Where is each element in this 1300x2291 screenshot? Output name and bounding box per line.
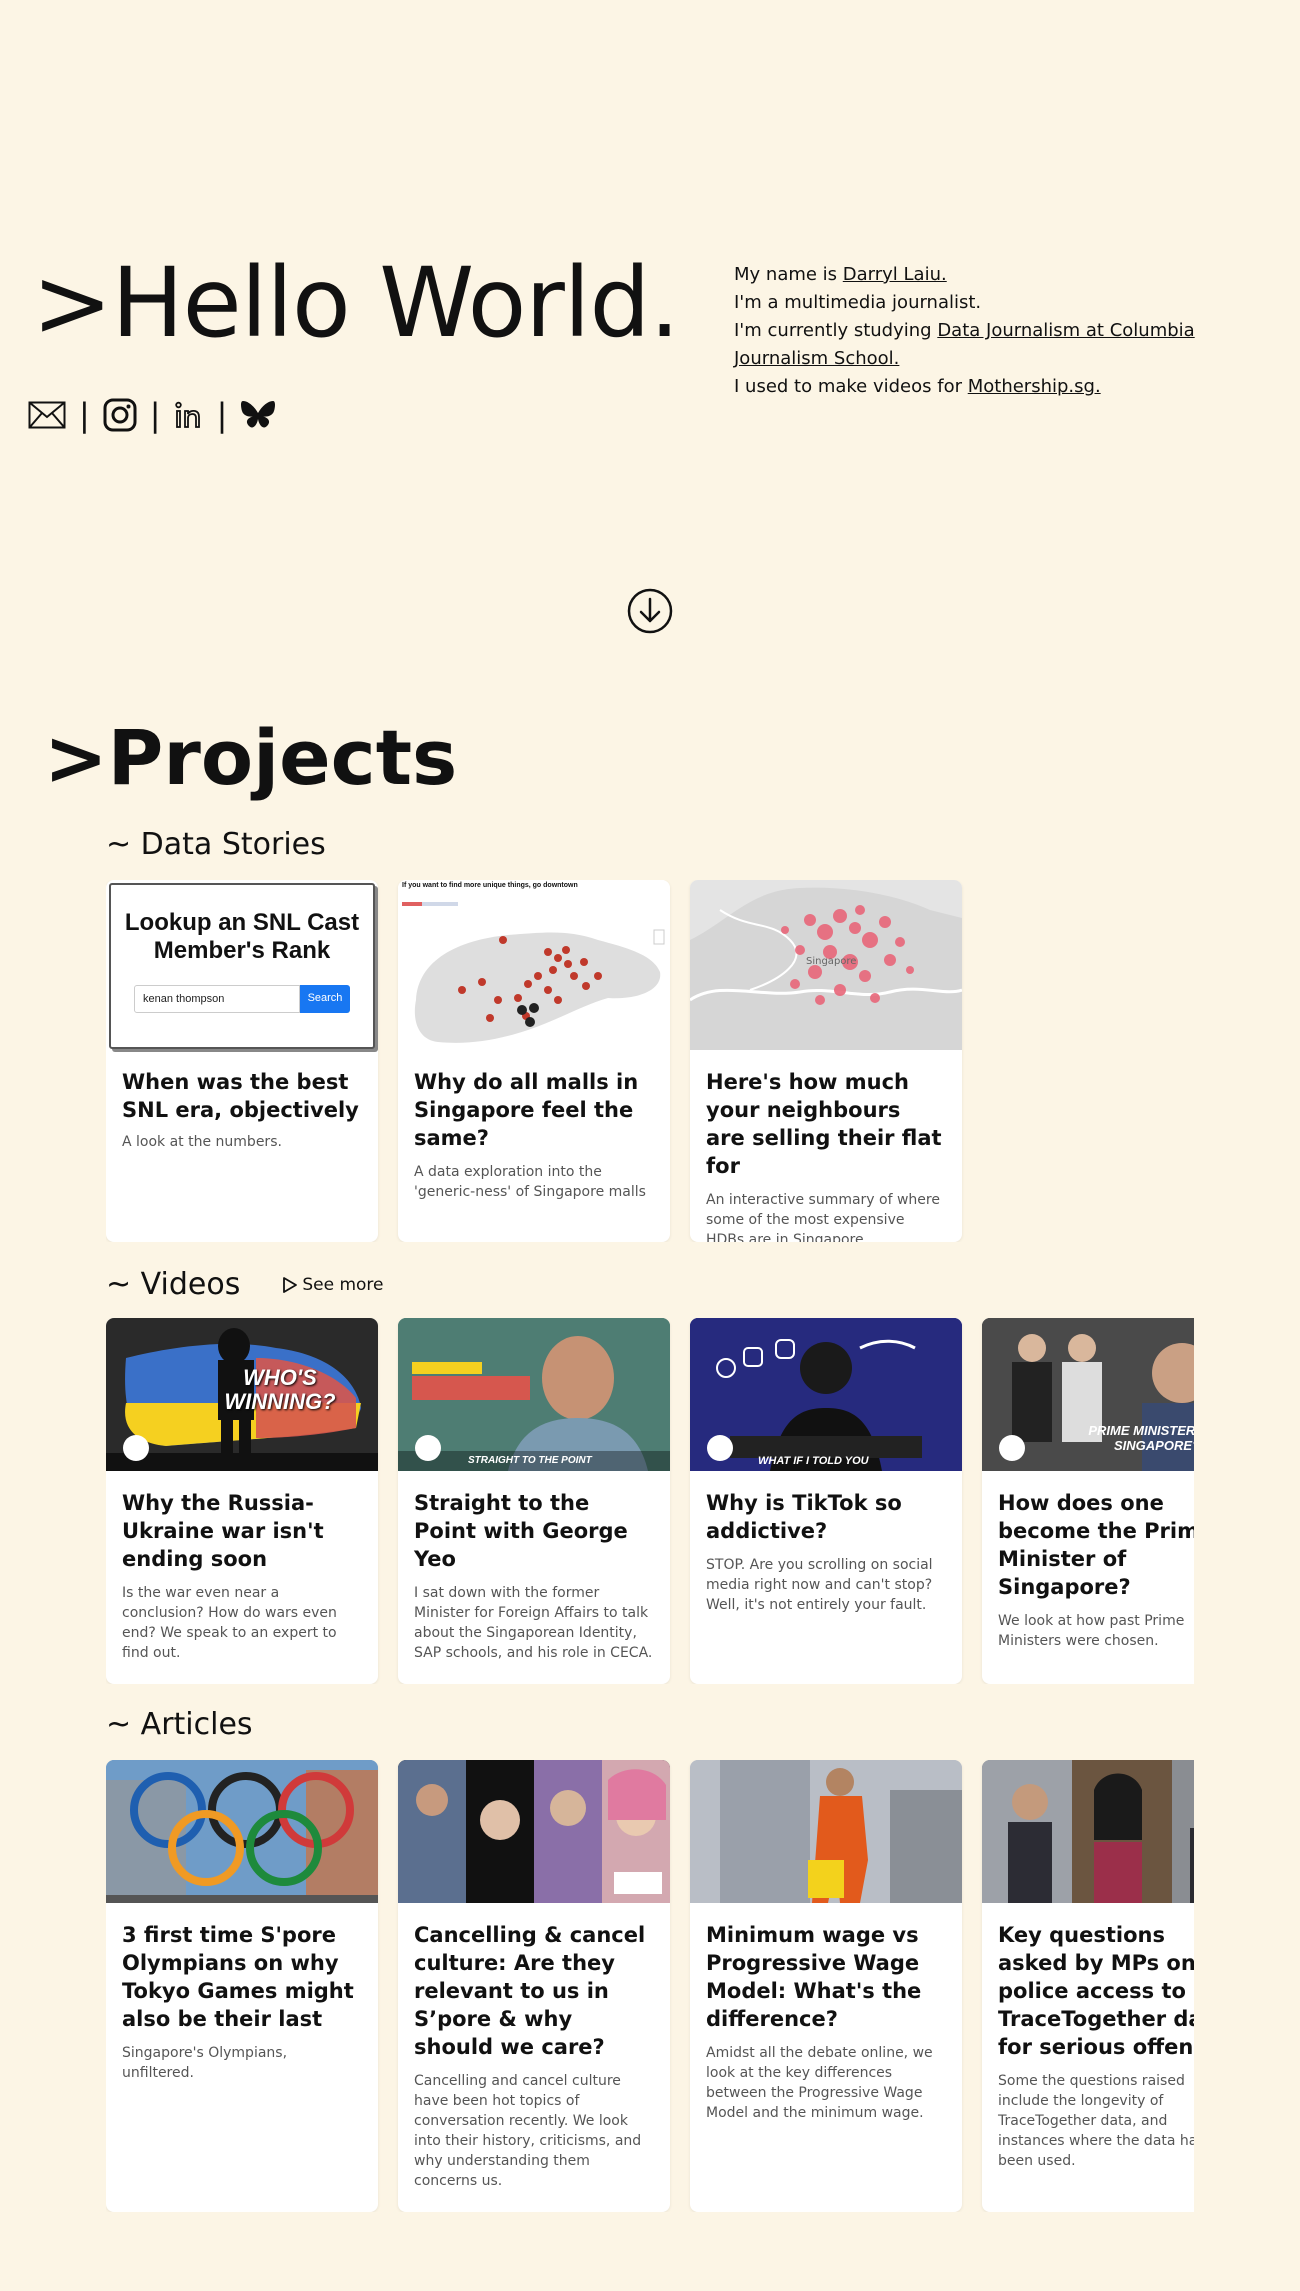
video-card[interactable]: PRIME MINISTERS OF SINGAPORE? How does o… (982, 1318, 1194, 1684)
article-thumbnail (398, 1760, 670, 1903)
card-description: A data exploration into the 'generic-nes… (414, 1164, 646, 1200)
hdb-heatmap-thumbnail: Singapore (690, 880, 962, 1050)
bio-line-mothership: I used to make videos for Mothership.sg. (734, 376, 1101, 397)
social-separator: | (216, 396, 228, 434)
bio-line-role: I'm a multimedia journalist. (734, 292, 982, 313)
card-description: Cancelling and cancel culture have been … (414, 2073, 642, 2189)
name-link[interactable]: Darryl Laiu. (843, 264, 947, 285)
card-title: Key questions asked by MPs on police acc… (998, 1923, 1194, 2059)
video-thumbnail: WHO'S WINNING? (106, 1318, 378, 1471)
card-title: Why do all malls in Singapore feel the s… (414, 1070, 639, 1150)
hero-title: >Hello World. (32, 247, 680, 359)
video-thumb-text: PRIME MINISTERS OF SINGAPORE? (1088, 1423, 1194, 1453)
video-thumbnail: STRAIGHT TO THE POINT (398, 1318, 670, 1471)
mail-icon[interactable] (28, 401, 66, 429)
video-thumbnail: PRIME MINISTERS OF SINGAPORE? (982, 1318, 1194, 1471)
card-title: Straight to the Point with George Yeo (414, 1491, 628, 1571)
card-title: Why the Russia-Ukraine war isn't ending … (122, 1491, 324, 1571)
card-description: A look at the numbers. (122, 1134, 282, 1150)
card-title: How does one become the Prime Minister o… (998, 1491, 1194, 1599)
card-title: Minimum wage vs Progressive Wage Model: … (706, 1923, 922, 2031)
videos-row: WHO'S WINNING? Why the Russia-Ukraine wa… (106, 1318, 1194, 1684)
article-thumbnail (982, 1760, 1194, 1903)
video-thumb-text: STRAIGHT TO THE POINT (468, 1455, 592, 1466)
card-title: When was the best SNL era, objectively (122, 1070, 359, 1122)
card-description: Is the war even near a conclusion? How d… (122, 1585, 337, 1661)
card-title: Here's how much your neighbours are sell… (706, 1070, 942, 1178)
videos-heading: ~ Videos See more (106, 1267, 384, 1302)
article-thumbnail (690, 1760, 962, 1903)
data-story-card[interactable]: Singapore Here's how much your neighbour… (690, 880, 962, 1242)
video-thumbnail: WHAT IF I TOLD YOU (690, 1318, 962, 1471)
card-description: We look at how past Prime Ministers were… (998, 1613, 1185, 1649)
video-card[interactable]: WHO'S WINNING? Why the Russia-Ukraine wa… (106, 1318, 378, 1684)
card-title: Why is TikTok so addictive? (706, 1491, 902, 1543)
instagram-icon[interactable] (103, 398, 137, 432)
map-label: Singapore (806, 956, 857, 967)
data-story-card[interactable]: Lookup an SNL Cast Member's Rank kenan t… (106, 880, 378, 1242)
card-description: STOP. Are you scrolling on social media … (706, 1557, 933, 1613)
video-card[interactable]: WHAT IF I TOLD YOU Why is TikTok so addi… (690, 1318, 962, 1684)
video-thumb-text: WHAT IF I TOLD YOU (758, 1455, 869, 1467)
social-separator: | (149, 396, 161, 434)
linkedin-icon[interactable] (174, 400, 204, 430)
video-thumb-text: WHO'S WINNING? (224, 1365, 336, 1414)
data-stories-row: Lookup an SNL Cast Member's Rank kenan t… (106, 880, 1194, 1242)
snl-thumb-heading: Lookup an SNL Cast Member's Rank (124, 909, 360, 964)
snl-thumb-button: Search (300, 985, 350, 1013)
snl-thumb-input: kenan thompson (134, 985, 300, 1013)
data-stories-heading: ~ Data Stories (106, 827, 326, 862)
article-card[interactable]: Cancelling & cancel culture: Are they re… (398, 1760, 670, 2212)
articles-heading: ~ Articles (106, 1707, 253, 1742)
malls-map-thumbnail: If you want to find more unique things, … (398, 880, 670, 1050)
card-description: Amidst all the debate online, we look at… (706, 2045, 933, 2121)
data-story-card[interactable]: If you want to find more unique things, … (398, 880, 670, 1242)
play-icon (283, 1277, 298, 1293)
projects-title: >Projects (44, 713, 458, 802)
article-card[interactable]: 3 first time S'pore Olympians on why Tok… (106, 1760, 378, 2212)
bio-line-name: My name is Darryl Laiu. (734, 264, 947, 285)
card-title: Cancelling & cancel culture: Are they re… (414, 1923, 646, 2059)
article-thumbnail (106, 1760, 378, 1903)
bluesky-icon[interactable] (240, 399, 276, 431)
card-title: 3 first time S'pore Olympians on why Tok… (122, 1923, 354, 2031)
snl-lookup-thumbnail: Lookup an SNL Cast Member's Rank kenan t… (106, 880, 378, 1052)
card-description: An interactive summary of where some of … (706, 1192, 940, 1242)
see-more-link[interactable]: See more (282, 1276, 384, 1294)
card-description: I sat down with the former Minister for … (414, 1585, 653, 1661)
social-links: | | | (28, 398, 276, 432)
card-description: Some the questions raised include the lo… (998, 2073, 1194, 2169)
article-card[interactable]: Minimum wage vs Progressive Wage Model: … (690, 1760, 962, 2212)
bio: My name is Darryl Laiu. I'm a multimedia… (734, 261, 1204, 401)
video-card[interactable]: STRAIGHT TO THE POINT Straight to the Po… (398, 1318, 670, 1684)
scroll-down-icon[interactable] (627, 588, 673, 634)
card-description: Singapore's Olympians, unfiltered. (122, 2045, 288, 2081)
articles-row: 3 first time S'pore Olympians on why Tok… (106, 1760, 1194, 2212)
article-card[interactable]: Key questions asked by MPs on police acc… (982, 1760, 1194, 2212)
mothership-link[interactable]: Mothership.sg. (968, 376, 1101, 397)
bio-line-study: I'm currently studying Data Journalism a… (734, 320, 1195, 369)
social-separator: | (79, 396, 90, 434)
